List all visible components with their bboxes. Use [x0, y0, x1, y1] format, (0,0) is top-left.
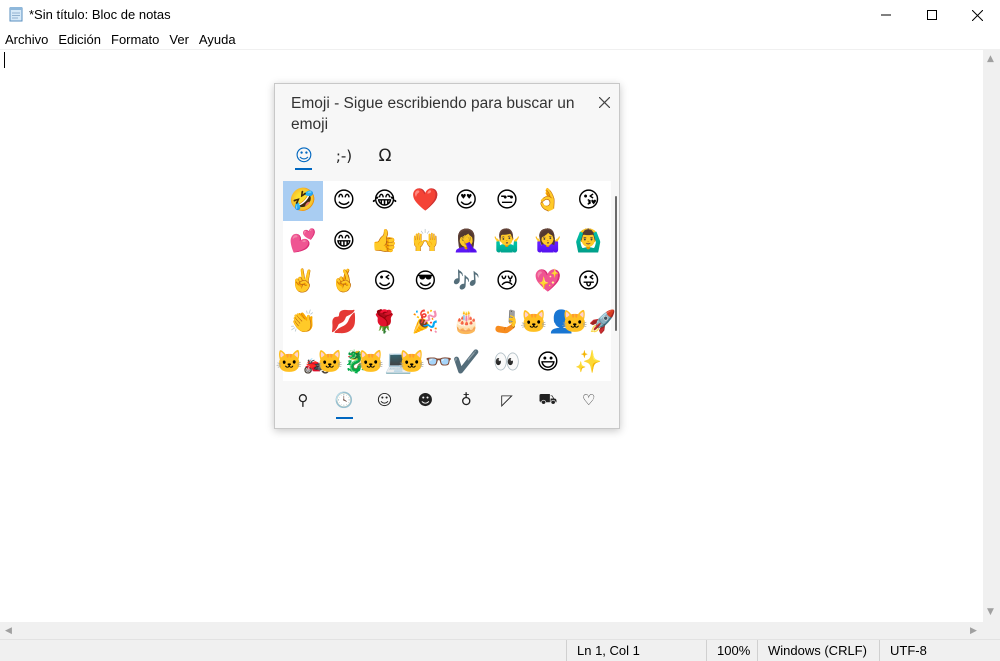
menu-formato[interactable]: Formato	[106, 30, 164, 49]
text-caret	[4, 52, 5, 68]
emoji-item[interactable]: ✔️	[446, 343, 486, 383]
title-bar[interactable]: *Sin título: Bloc de notas	[0, 0, 1000, 30]
emoji-item[interactable]: 🎂	[446, 303, 486, 343]
recent-clock-icon[interactable]: 🕓	[324, 386, 364, 414]
emoji-item[interactable]: 🤣	[283, 181, 323, 221]
vertical-scrollbar[interactable]: ▲ ▼	[983, 49, 1000, 622]
close-icon	[598, 96, 610, 108]
minimize-button[interactable]	[863, 0, 909, 30]
people-category-icon[interactable]: ☻	[405, 386, 445, 414]
smiley-category-icon[interactable]: ☺	[365, 386, 405, 414]
symbols-tab-icon[interactable]: Ω	[370, 142, 400, 170]
scrollbar-corner	[983, 622, 1000, 639]
emoji-item[interactable]: 😃	[528, 343, 568, 383]
emoji-item[interactable]: 😂	[365, 181, 405, 221]
scroll-right-icon[interactable]: ▶	[970, 626, 977, 636]
maximize-icon	[927, 10, 937, 20]
celebration-balloon-icon[interactable]: ♁	[446, 386, 486, 414]
active-category-indicator	[336, 417, 353, 419]
menu-bar: Archivo Edición Formato Ver Ayuda	[0, 30, 1000, 49]
horizontal-scrollbar[interactable]: ◀ ▶	[0, 622, 983, 639]
emoji-item[interactable]: 😍	[446, 181, 486, 221]
emoji-category-bar: ⚲ 🕓 ☺ ☻ ♁ ◸ ⛟ ♡	[283, 386, 611, 422]
scroll-up-icon[interactable]: ▲	[987, 54, 994, 64]
emoji-item[interactable]: 🙆‍♂️	[569, 222, 609, 262]
emoji-grid: 🤣 😊 😂 ❤️ 😍 😒 👌 😘 💕 😁 👍 🙌 🤦‍♀️ 🤷‍♂️ 🤷‍♀️ 🙆‍♂️ ✌️ 🤞 😉 😎 🎶 😢 💖 😜 👏 💋…	[276, 181, 616, 383]
emoji-item[interactable]: 🌹	[365, 303, 405, 343]
status-encoding: UTF-8	[879, 640, 1000, 661]
status-zoom: 100%	[706, 640, 757, 661]
emoji-item[interactable]: 🐱‍👓	[398, 343, 453, 383]
emoji-panel: Emoji - Sigue escribiendo para buscar un…	[274, 83, 620, 429]
emoji-item[interactable]: 😜	[569, 262, 609, 302]
maximize-button[interactable]	[909, 0, 955, 30]
close-button[interactable]	[954, 0, 1000, 30]
emoji-item[interactable]: 😢	[487, 262, 527, 302]
emoji-item[interactable]: 💋	[324, 303, 364, 343]
emoji-item[interactable]: 😁	[324, 222, 364, 262]
emoji-item[interactable]: ✌️	[283, 262, 323, 302]
emoji-item[interactable]: 👌	[528, 181, 568, 221]
status-line-ending: Windows (CRLF)	[757, 640, 879, 661]
emoji-item[interactable]: 👍	[365, 222, 405, 262]
emoji-item[interactable]: 😘	[569, 181, 609, 221]
emoji-item[interactable]: 👀	[487, 343, 527, 383]
emoji-item[interactable]: 😉	[365, 262, 405, 302]
emoji-item[interactable]: ❤️	[405, 181, 445, 221]
kaomoji-tab-icon[interactable]: ;-)	[329, 142, 359, 170]
close-icon	[971, 9, 983, 21]
emoji-item[interactable]: ✨	[569, 343, 609, 383]
emoji-panel-title: Emoji - Sigue escribiendo para buscar un…	[291, 95, 575, 133]
emoji-tab-icon[interactable]: ☺	[289, 142, 319, 170]
emoji-item[interactable]: 🤷‍♀️	[528, 222, 568, 262]
emoji-panel-close-button[interactable]	[594, 92, 614, 112]
minimize-icon	[881, 14, 891, 16]
emoji-item[interactable]: 💕	[283, 222, 323, 262]
search-icon[interactable]: ⚲	[283, 386, 323, 414]
emoji-grid-scrollbar[interactable]	[615, 196, 617, 331]
emoji-item[interactable]: 👏	[283, 303, 323, 343]
emoji-item[interactable]: 🎉	[405, 303, 445, 343]
emoji-item[interactable]: 🤦‍♀️	[446, 222, 486, 262]
food-category-icon[interactable]: ◸	[487, 386, 527, 414]
emoji-item[interactable]: 😎	[405, 262, 445, 302]
emoji-panel-tabs: ☺ ;-) Ω	[275, 142, 621, 172]
emoji-item[interactable]: 😒	[487, 181, 527, 221]
menu-archivo[interactable]: Archivo	[0, 30, 53, 49]
emoji-item[interactable]: 😊	[324, 181, 364, 221]
scroll-left-icon[interactable]: ◀	[5, 626, 12, 636]
emoji-item[interactable]: 🤷‍♂️	[487, 222, 527, 262]
emoji-item[interactable]: 🐱‍🚀	[561, 303, 616, 343]
emoji-item[interactable]: 🙌	[405, 222, 445, 262]
travel-car-icon[interactable]: ⛟	[528, 386, 568, 414]
emoji-item[interactable]: 💖	[528, 262, 568, 302]
emoji-item[interactable]: 🤞	[324, 262, 364, 302]
status-bar: Ln 1, Col 1 100% Windows (CRLF) UTF-8	[0, 639, 1000, 661]
heart-category-icon[interactable]: ♡	[569, 386, 609, 414]
menu-edicion[interactable]: Edición	[53, 30, 106, 49]
menu-ayuda[interactable]: Ayuda	[194, 30, 241, 49]
emoji-item[interactable]: 🎶	[446, 262, 486, 302]
status-cursor-position: Ln 1, Col 1	[566, 640, 706, 661]
notepad-app-icon	[9, 7, 23, 22]
window-title: *Sin título: Bloc de notas	[29, 7, 171, 22]
menu-ver[interactable]: Ver	[164, 30, 194, 49]
scroll-down-icon[interactable]: ▼	[987, 607, 994, 617]
